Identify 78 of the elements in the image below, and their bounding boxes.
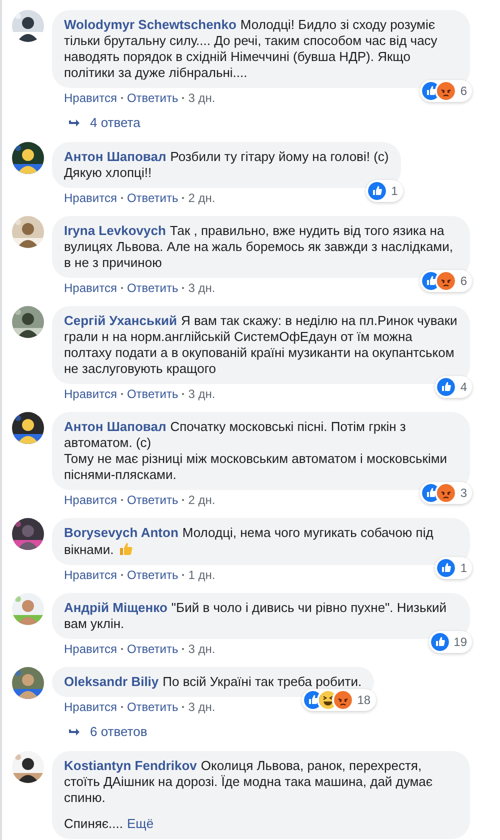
author-link[interactable]: Сергій Уханський (64, 313, 177, 328)
reply-link[interactable]: Ответить (126, 568, 178, 582)
author-link[interactable]: Kostiantyn Fendrikov (64, 758, 197, 773)
like-icon (422, 272, 440, 290)
comment-text: Borysevych Anton Молодці, нема чого мугикать собачою під вікнами. (64, 525, 434, 558)
timestamp-link[interactable]: 1 дн. (188, 568, 216, 582)
reply-link[interactable]: Ответить (126, 700, 178, 714)
author-link[interactable]: Антон Шаповал (64, 149, 166, 164)
angry-face-icon (437, 272, 456, 290)
like-link[interactable]: Нравится (64, 191, 117, 205)
reply-link[interactable]: Ответить (126, 91, 178, 105)
reaction-summary[interactable]: 6 (420, 80, 472, 102)
author-link[interactable]: Wolodymyr Schewtschenko (64, 17, 236, 32)
like-link[interactable]: Нравится (64, 700, 117, 714)
reaction-summary[interactable]: 18 (302, 689, 376, 711)
comment-text: Iryna Levkovych Так , правильно, вже нудить від того язика на вулицях Львова. Але на жаль боремось як завжди з наслідками, в не з причиною (64, 223, 454, 271)
timestamp-link[interactable]: 2 дн. (188, 191, 216, 205)
comment-text: Спиняє.... Ещё (64, 816, 155, 832)
reaction-summary[interactable]: 6 (420, 270, 472, 292)
like-icon (430, 633, 449, 651)
author-link[interactable]: Андрій Міщенко (64, 600, 168, 615)
reaction-count: 6 (460, 273, 467, 290)
timestamp-link[interactable]: 2 дн. (188, 493, 216, 507)
like-link[interactable]: Нравится (64, 568, 117, 582)
reaction-count: 18 (357, 692, 371, 709)
author-link[interactable]: Iryna Levkovych (64, 223, 166, 238)
reaction-summary[interactable]: 1 (366, 180, 403, 202)
reaction-summary[interactable]: 19 (428, 631, 472, 653)
timestamp-link[interactable]: 3 дн. (188, 642, 216, 656)
view-replies-link[interactable]: 4 ответа (68, 115, 500, 131)
reply-link[interactable]: Ответить (126, 387, 178, 401)
like-link[interactable]: Нравится (64, 387, 117, 401)
reaction-count: 1 (391, 183, 398, 200)
comment-text: Сергій Уханський Я вам так скажу: в неділю на пл.Ринок чуваки грали н на норм.англійській СистемОфЕдаун от їм можна полтаху подати а в окупованій країні музиканти на окупантськом не заслуговують кращого (64, 313, 458, 377)
reply-link[interactable]: Ответить (126, 191, 178, 205)
author-link[interactable]: Антон Шаповал (64, 419, 166, 434)
reply-arrow-icon (68, 727, 80, 737)
angry-face-icon (334, 691, 352, 709)
reaction-summary[interactable]: 4 (435, 376, 472, 398)
reply-link[interactable]: Ответить (126, 642, 178, 656)
reply-link[interactable]: Ответить (126, 281, 178, 295)
comment-text: Oleksandr Biliy По всій Україні так треба робити. (64, 674, 362, 690)
like-icon (368, 182, 386, 200)
like-link[interactable]: Нравится (64, 493, 117, 507)
comment-text: Kostiantyn Fendrikov Околиця Львова, ранок, перехрестя, стоїть ДАішник на дорозі. Їде модна така машина, дай думає спиню. (64, 758, 434, 806)
comment-text: Андрій Міщенко "Бий в чоло і дивись чи рівно пухне". Низький вам уклін. (64, 600, 448, 632)
author-link[interactable]: Oleksandr Biliy (64, 674, 159, 689)
reaction-summary[interactable]: 1 (435, 557, 472, 579)
timestamp-link[interactable]: 3 дн. (188, 281, 216, 295)
comment-text: Антон Шаповал Розбили ту гітару йому на голові! (с) Дякую хлопці!! (64, 149, 389, 181)
see-more-link[interactable]: Ещё (127, 816, 154, 831)
like-icon (422, 484, 440, 502)
author-link[interactable]: Borysevych Anton (64, 525, 178, 540)
thumbs-up-icon (118, 541, 134, 557)
reaction-count: 4 (460, 379, 467, 396)
timestamp-link[interactable]: 3 дн. (188, 700, 216, 714)
laughing-face-icon (319, 691, 338, 709)
comment-text: Wolodymyr Schewtschenko Молодці! Бидло зі сходу розуміє тільки брутальну силу.... До речі, таким способом час від часу наводять порядок в східній Німеччині (бувша НДР). Якщо політики за дуже лібнральні.... (64, 17, 438, 81)
angry-face-icon (437, 484, 456, 502)
view-replies-link[interactable]: 6 ответов (68, 724, 500, 740)
timestamp-link[interactable]: 3 дн. (188, 387, 216, 401)
like-icon (437, 559, 456, 577)
like-link[interactable]: Нравится (64, 91, 117, 105)
like-link[interactable]: Нравится (64, 281, 117, 295)
like-icon (437, 378, 456, 396)
like-icon (304, 691, 322, 709)
reply-link[interactable]: Ответить (126, 493, 178, 507)
comment-text: Антон Шаповал Спочатку московські пісні. Потім гркін з автоматом. (с) Тому не має різниці між московським автоматом і московськіми піснями-плясками. (64, 419, 448, 483)
like-icon (422, 82, 440, 100)
like-link[interactable]: Нравится (64, 642, 117, 656)
reaction-count: 3 (460, 485, 467, 502)
reaction-count: 1 (460, 560, 467, 577)
timestamp-link[interactable]: 3 дн. (188, 91, 216, 105)
angry-face-icon (437, 82, 456, 100)
reply-arrow-icon (68, 118, 80, 128)
reaction-count: 6 (460, 83, 467, 100)
reaction-count: 19 (454, 634, 467, 651)
reaction-summary[interactable]: 3 (420, 482, 472, 504)
